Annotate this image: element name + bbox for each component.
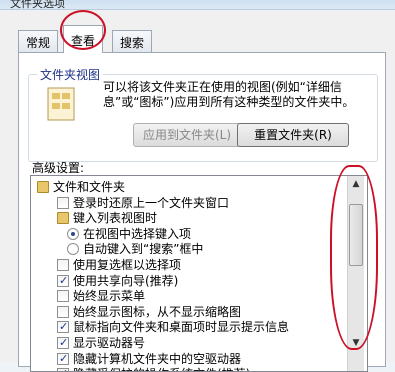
scroll-up-arrow-icon[interactable]: ▲ <box>348 176 364 192</box>
tab-search[interactable]: 搜索 <box>112 30 153 52</box>
dialog-body: 常规 查看 搜索 文件夹视图 可以将该文件夹正在使用的视图(例如“详细信息”或“… <box>0 10 395 372</box>
advanced-setting-label: 键入列表视图时 <box>73 211 158 226</box>
advanced-setting-label: 使用共享向导(推荐) <box>73 273 179 288</box>
reset-folders-button[interactable]: 重置文件夹(R) <box>237 123 349 147</box>
checkbox[interactable] <box>57 259 69 271</box>
vertical-scrollbar[interactable]: ▲ ▼ <box>347 176 364 371</box>
advanced-setting-label: 鼠标指向文件夹和桌面项时显示提示信息 <box>73 320 290 335</box>
advanced-settings-list[interactable]: 文件和文件夹 登录时还原上一个文件夹窗口 键入列表视图时 在视图中选择键入项 自动键入到… <box>30 175 368 372</box>
advanced-setting-label: 使用复选框以选择项 <box>73 258 182 272</box>
checkbox[interactable] <box>57 351 69 367</box>
folder-icon <box>37 181 49 193</box>
checkbox[interactable] <box>57 305 69 318</box>
window-title: 文件夹选项 <box>10 0 65 10</box>
advanced-setting-label: 始终显示菜单 <box>73 289 146 304</box>
folder-views-group: 文件夹视图 可以将该文件夹正在使用的视图(例如“详细信息”或“图标”)应用到所有… <box>28 66 378 162</box>
advanced-setting-label: 自动键入到“搜索”框中 <box>83 242 204 257</box>
checkbox[interactable] <box>57 366 69 371</box>
tab-view[interactable]: 查看 <box>63 25 104 53</box>
checkbox[interactable] <box>57 273 69 289</box>
folder-icon <box>57 212 69 225</box>
advanced-setting-label: 隐藏受保护的操作系统文件(推荐) <box>73 366 250 371</box>
advanced-setting-label: 显示驱动器号 <box>73 336 146 350</box>
advanced-setting-label: 隐藏计算机文件夹中的空驱动器 <box>73 351 242 366</box>
checkbox[interactable] <box>57 335 69 351</box>
advanced-setting-label: 始终显示图标，从不显示缩略图 <box>73 304 242 319</box>
scroll-down-arrow-icon[interactable]: ▼ <box>348 335 364 351</box>
folder-views-description: 可以将该文件夹正在使用的视图(例如“详细信息”或“图标”)应用到所有这种类型的文… <box>103 80 355 109</box>
advanced-setting-label: 登录时还原上一个文件夹窗口 <box>73 195 230 210</box>
folder-view-icon <box>47 87 75 121</box>
checkbox[interactable] <box>57 319 69 335</box>
advanced-setting-label: 在视图中选择键入项 <box>83 226 192 241</box>
scrollbar-thumb[interactable] <box>349 204 363 266</box>
advanced-setting-label: 文件和文件夹 <box>53 180 126 194</box>
checkbox[interactable] <box>57 290 69 303</box>
folder-views-legend: 文件夹视图 <box>37 66 104 83</box>
title-bar: 文件夹选项 <box>0 0 395 10</box>
radio-button[interactable] <box>67 243 79 256</box>
checkbox[interactable] <box>57 196 69 209</box>
radio-button[interactable] <box>67 227 79 240</box>
tab-general[interactable]: 常规 <box>18 30 59 52</box>
advanced-settings-label: 高级设置: <box>32 161 85 175</box>
apply-to-folders-button[interactable]: 应用到文件夹(L) <box>133 123 241 147</box>
